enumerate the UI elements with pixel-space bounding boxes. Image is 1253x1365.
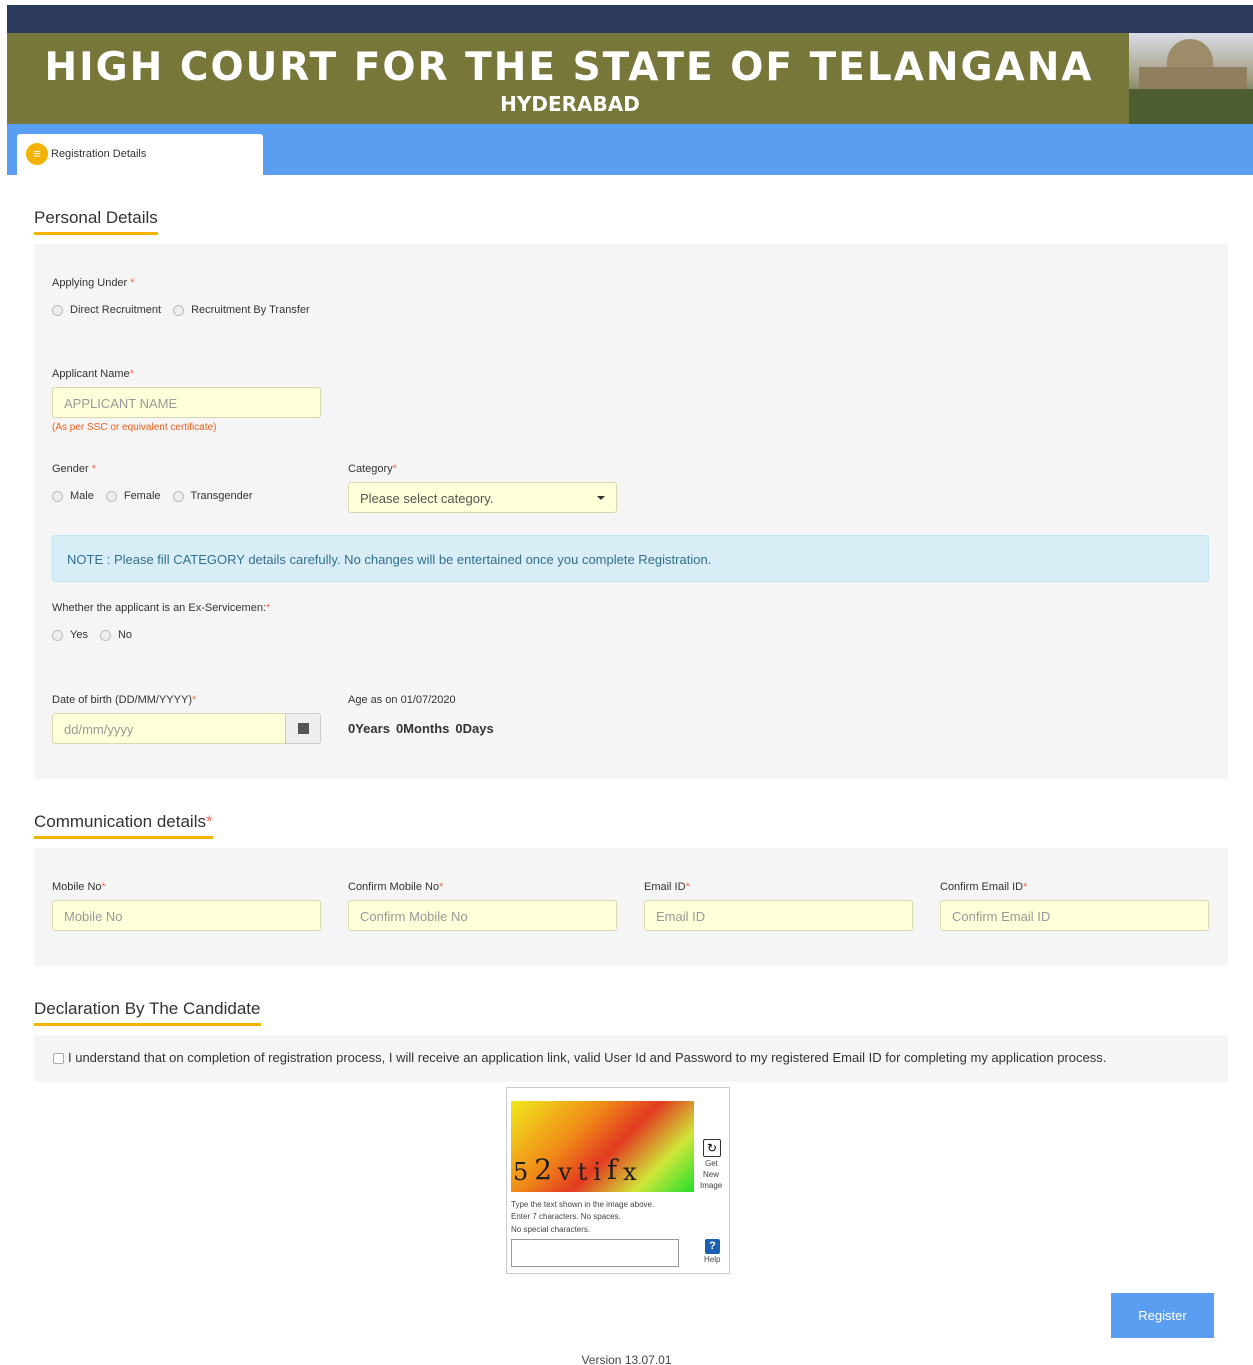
- captcha-char: 2: [534, 1153, 553, 1186]
- category-selected-value: Please select category.: [360, 491, 494, 506]
- category-select[interactable]: Please select category.: [348, 482, 617, 513]
- ex-servicemen-no-radio[interactable]: [99, 629, 111, 641]
- personal-details-heading: Personal Details: [34, 208, 158, 235]
- captcha-char: x: [623, 1158, 637, 1186]
- header-banner: HIGH COURT FOR THE STATE OF TELANGANA HY…: [7, 33, 1253, 124]
- direct-recruitment-label: Direct Recruitment: [70, 304, 162, 316]
- form-icon: ≡: [26, 143, 48, 165]
- recruitment-by-transfer-label: Recruitment By Transfer: [191, 304, 310, 316]
- captcha-char: 5: [513, 1158, 529, 1186]
- calendar-button[interactable]: [285, 713, 321, 744]
- register-button[interactable]: Register: [1111, 1293, 1214, 1338]
- caret-down-icon: [597, 496, 605, 500]
- site-subtitle: HYDERABAD: [500, 92, 640, 116]
- ex-servicemen-label: Whether the applicant is an Ex-Serviceme…: [52, 602, 271, 614]
- top-bar: [7, 5, 1253, 33]
- category-label: Category*: [348, 463, 397, 475]
- applying-under-radios: Direct Recruitment Recruitment By Transf…: [52, 304, 322, 316]
- email-input[interactable]: Email ID: [644, 900, 913, 931]
- dob-label: Date of birth (DD/MM/YYYY)*: [52, 694, 197, 706]
- declaration-text: I understand that on completion of regis…: [68, 1050, 1107, 1065]
- gender-radios: Male Female Transgender: [52, 490, 265, 502]
- email-label: Email ID*: [644, 881, 690, 893]
- captcha-instruction-2: Enter 7 characters. No spaces.: [511, 1212, 621, 1221]
- tab-registration-details[interactable]: ≡ Registration Details: [17, 134, 263, 175]
- gender-label: Gender *: [52, 463, 97, 475]
- captcha-instruction-1: Type the text shown in the image above.: [511, 1200, 655, 1209]
- mobile-label: Mobile No*: [52, 881, 106, 893]
- refresh-label-1: Get: [705, 1159, 718, 1168]
- calendar-icon: [298, 723, 309, 734]
- ex-servicemen-radios: Yes No: [52, 629, 144, 641]
- gender-female-radio[interactable]: [105, 490, 117, 502]
- captcha-char: i: [593, 1158, 602, 1186]
- help-icon[interactable]: ?: [705, 1239, 720, 1254]
- personal-details-panel: [34, 244, 1228, 779]
- gender-male-label: Male: [70, 490, 94, 502]
- category-note: NOTE : Please fill CATEGORY details care…: [52, 535, 1209, 582]
- version-text: Version 13.07.01: [581, 1353, 672, 1365]
- ex-servicemen-yes-radio[interactable]: [52, 629, 63, 641]
- tab-label: Registration Details: [51, 148, 147, 160]
- captcha-char: f: [607, 1155, 618, 1186]
- refresh-icon[interactable]: ↻: [703, 1139, 721, 1157]
- direct-recruitment-radio[interactable]: [52, 304, 63, 316]
- refresh-label-3: Image: [700, 1181, 723, 1190]
- gender-transgender-label: Transgender: [190, 490, 253, 502]
- confirm-mobile-label: Confirm Mobile No*: [348, 881, 444, 893]
- communication-details-heading: Communication details*: [34, 812, 213, 839]
- site-title: HIGH COURT FOR THE STATE OF TELANGANA: [44, 45, 1094, 90]
- confirm-email-label: Confirm Email ID*: [940, 881, 1028, 893]
- applying-under-label: Applying Under *: [52, 277, 135, 289]
- nav-bar: ≡ Registration Details: [7, 124, 1253, 175]
- age-months: 0Months: [395, 721, 450, 736]
- applicant-name-label: Applicant Name*: [52, 368, 134, 380]
- declaration-heading: Declaration By The Candidate: [34, 999, 261, 1026]
- gender-male-radio[interactable]: [52, 490, 63, 502]
- age-label: Age as on 01/07/2020: [348, 694, 456, 706]
- applicant-name-hint: (As per SSC or equivalent certificate): [52, 422, 217, 433]
- ex-servicemen-yes-label: Yes: [70, 629, 88, 641]
- dob-input[interactable]: dd/mm/yyyy: [52, 713, 286, 744]
- applicant-name-input[interactable]: APPLICANT NAME: [52, 387, 321, 418]
- age-years: 0Years: [348, 721, 390, 736]
- age-value: 0Years 0Months 0Days: [348, 721, 500, 736]
- gender-transgender-radio[interactable]: [172, 490, 184, 502]
- captcha-instruction-3: No special characters.: [511, 1225, 591, 1234]
- confirm-mobile-input[interactable]: Confirm Mobile No: [348, 900, 617, 931]
- ex-servicemen-no-label: No: [117, 629, 133, 641]
- gender-female-label: Female: [123, 490, 161, 502]
- captcha-input[interactable]: [511, 1239, 679, 1267]
- captcha-char: v: [558, 1158, 572, 1186]
- trees-shape: [1129, 89, 1253, 124]
- captcha-image: 5 2 v t i f x: [511, 1101, 694, 1192]
- captcha-chars: 5 2 v t i f x: [513, 1153, 637, 1186]
- age-days: 0Days: [455, 721, 494, 736]
- mobile-input[interactable]: Mobile No: [52, 900, 321, 931]
- captcha-char: t: [577, 1158, 588, 1186]
- refresh-label-2: New: [703, 1170, 720, 1179]
- declaration-checkbox[interactable]: [53, 1053, 64, 1064]
- recruitment-by-transfer-radio[interactable]: [173, 304, 185, 316]
- help-label: Help: [704, 1255, 721, 1264]
- court-building-image: [1129, 33, 1253, 124]
- confirm-email-input[interactable]: Confirm Email ID: [940, 900, 1209, 931]
- captcha-box: 5 2 v t i f x ↻ Get New Image Type the t…: [506, 1087, 730, 1274]
